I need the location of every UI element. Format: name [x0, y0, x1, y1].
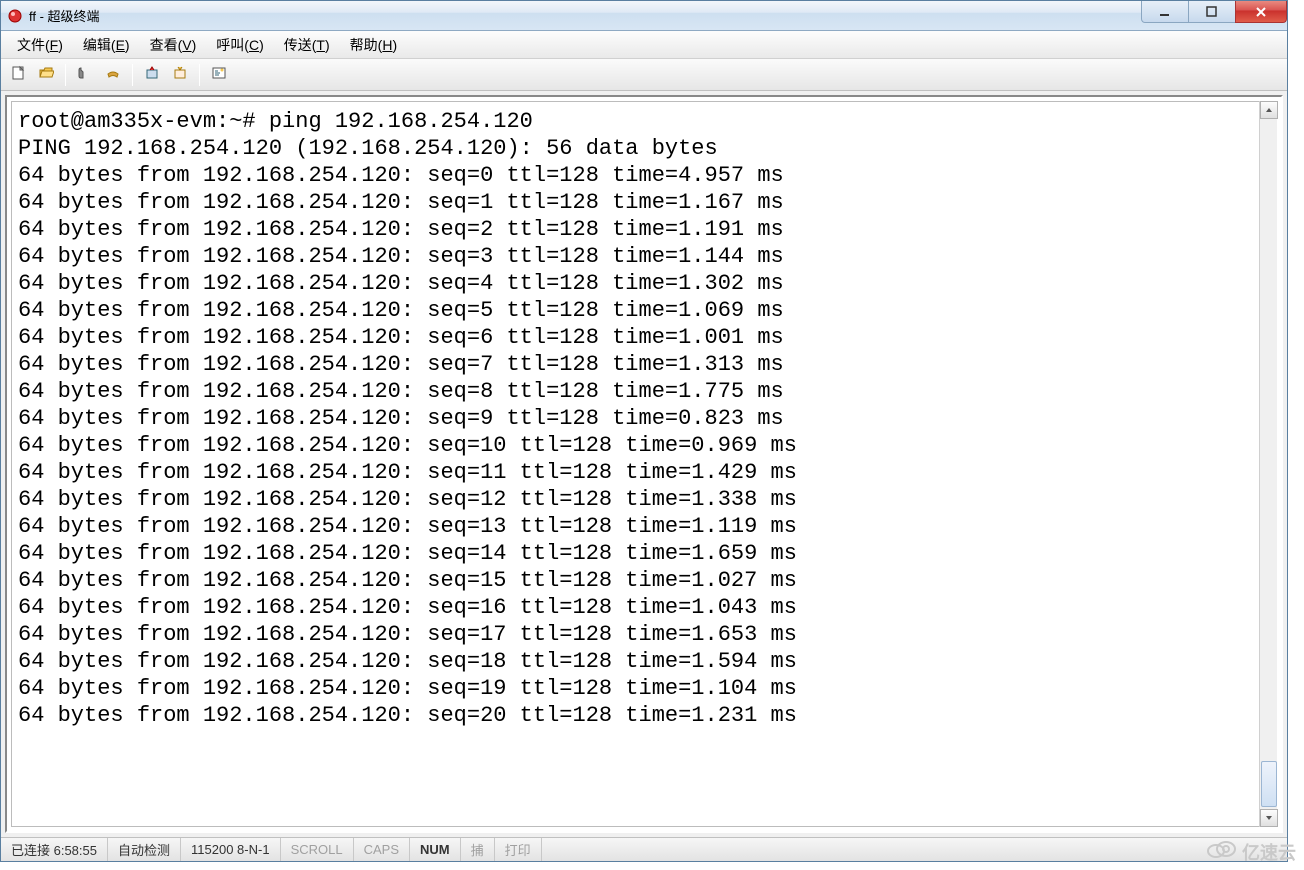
- new-file-button[interactable]: [5, 62, 31, 88]
- status-connected: 已连接 6:58:55: [1, 838, 108, 861]
- toolbar: [1, 59, 1287, 91]
- status-caps: CAPS: [354, 838, 410, 861]
- toolbar-separator: [65, 64, 66, 86]
- window-controls: [1142, 1, 1287, 23]
- menu-help[interactable]: 帮助(H): [340, 31, 407, 59]
- menu-view[interactable]: 查看(V): [140, 31, 207, 59]
- minimize-button[interactable]: [1141, 1, 1189, 23]
- toolbar-separator: [132, 64, 133, 86]
- vertical-scrollbar[interactable]: [1259, 101, 1277, 827]
- terminal-frame: root@am335x-evm:~# ping 192.168.254.120 …: [11, 101, 1277, 827]
- status-capture: 捕: [461, 838, 495, 861]
- send-file-button[interactable]: [139, 62, 165, 88]
- status-bar: 已连接 6:58:55 自动检测 115200 8-N-1 SCROLL CAP…: [1, 837, 1287, 861]
- phone-hangup-icon: [105, 65, 121, 84]
- window-title: ff - 超级终端: [29, 6, 100, 25]
- watermark: 亿速云: [1204, 838, 1296, 866]
- scroll-thumb[interactable]: [1261, 761, 1277, 807]
- app-icon: [7, 8, 23, 24]
- terminal-output[interactable]: root@am335x-evm:~# ping 192.168.254.120 …: [18, 108, 1270, 729]
- menu-edit[interactable]: 编辑(E): [73, 31, 140, 59]
- close-button[interactable]: [1235, 1, 1287, 23]
- menu-transfer[interactable]: 传送(T): [274, 31, 340, 59]
- title-bar[interactable]: ff - 超级终端: [1, 1, 1287, 31]
- properties-icon: [211, 65, 227, 84]
- app-window: ff - 超级终端 文件(F) 编辑(E) 查看(V) 呼叫(C) 传送(T) …: [0, 0, 1288, 862]
- menu-file[interactable]: 文件(F): [7, 31, 73, 59]
- properties-button[interactable]: [206, 62, 232, 88]
- maximize-button[interactable]: [1188, 1, 1236, 23]
- disconnect-button[interactable]: [100, 62, 126, 88]
- menu-bar: 文件(F) 编辑(E) 查看(V) 呼叫(C) 传送(T) 帮助(H): [1, 31, 1287, 59]
- status-detect: 自动检测: [108, 838, 181, 861]
- scroll-down-button[interactable]: [1260, 809, 1278, 827]
- watermark-text: 亿速云: [1242, 839, 1296, 865]
- open-file-button[interactable]: [33, 62, 59, 88]
- connect-button[interactable]: [72, 62, 98, 88]
- status-scroll: SCROLL: [281, 838, 354, 861]
- status-baud: 115200 8-N-1: [181, 838, 281, 861]
- phone-icon: [77, 65, 93, 84]
- terminal-container: root@am335x-evm:~# ping 192.168.254.120 …: [5, 95, 1283, 833]
- open-folder-icon: [38, 65, 54, 84]
- new-file-icon: [10, 65, 26, 84]
- cloud-icon: [1204, 838, 1238, 866]
- toolbar-separator: [199, 64, 200, 86]
- receive-file-button[interactable]: [167, 62, 193, 88]
- menu-call[interactable]: 呼叫(C): [206, 31, 273, 59]
- status-num: NUM: [410, 838, 461, 861]
- scroll-up-button[interactable]: [1260, 101, 1278, 119]
- send-icon: [144, 65, 160, 84]
- receive-icon: [172, 65, 188, 84]
- status-print: 打印: [495, 838, 542, 861]
